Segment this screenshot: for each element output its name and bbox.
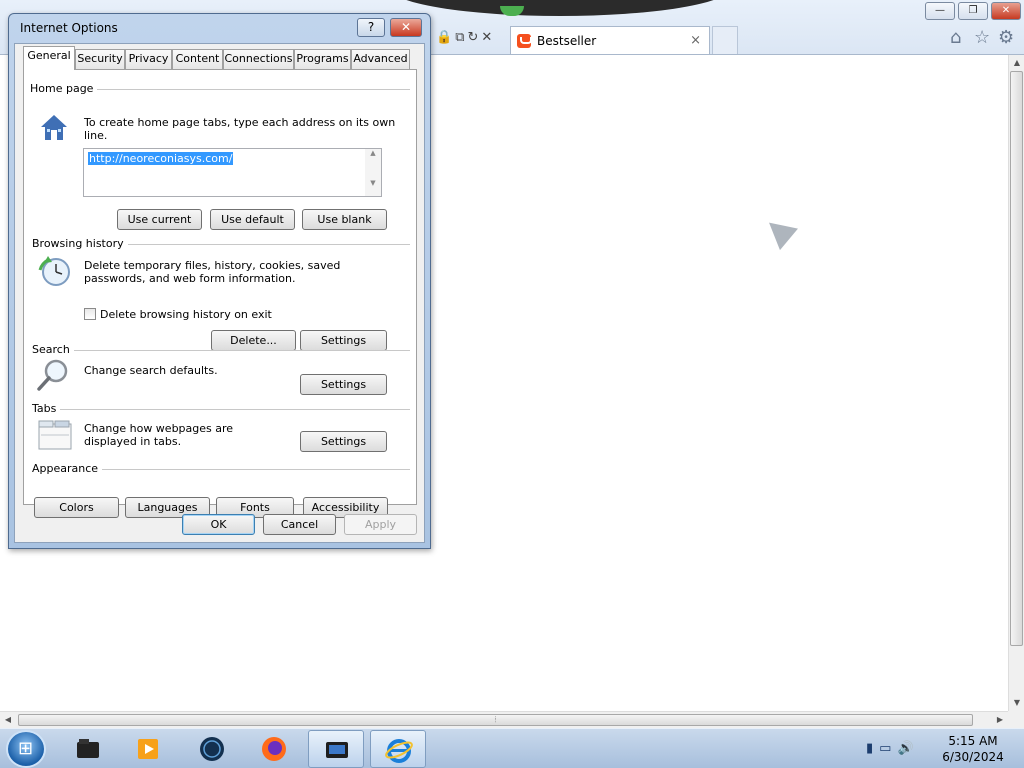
taskbar-clock[interactable]: 5:15 AM 6/30/2024 [930, 733, 1016, 765]
browser-tab-title: Bestseller [537, 33, 597, 48]
taskbar-item-media-player[interactable] [120, 730, 176, 768]
compat-view-icon[interactable]: ⧉ [455, 30, 467, 45]
tab-privacy[interactable]: Privacy [125, 49, 172, 69]
tray-app-icon[interactable]: ▮ [866, 741, 879, 756]
refresh-icon[interactable]: ↻ [467, 30, 481, 45]
cancel-button[interactable]: Cancel [263, 514, 336, 535]
system-tray: ▮▭🔊 [866, 741, 920, 756]
new-tab-button[interactable] [712, 26, 738, 54]
internet-options-dialog: Internet Options ? ✕ General Security Pr… [8, 13, 431, 549]
tabs-description: Change how webpages are displayed in tab… [84, 422, 234, 448]
search-description: Change search defaults. [84, 364, 218, 377]
clock-date: 6/30/2024 [942, 750, 1004, 764]
home-page-url: http://neoreconiasys.com/ [88, 152, 234, 165]
app-window-icon [326, 742, 348, 758]
colors-button[interactable]: Colors [34, 497, 119, 518]
vertical-scroll-thumb[interactable] [1010, 71, 1023, 646]
tabs-settings-button[interactable]: Settings [300, 431, 387, 452]
appearance-label: Appearance [32, 462, 103, 475]
folder-icon [77, 739, 99, 758]
browsing-history-description: Delete temporary files, history, cookies… [84, 259, 341, 285]
scroll-down-arrow-icon[interactable]: ▼ [1009, 695, 1024, 711]
star-icon[interactable]: ☆ [974, 27, 990, 48]
taskbar-item-globe[interactable] [184, 730, 240, 768]
firefox-icon [262, 737, 286, 761]
magnifier-icon [37, 359, 68, 391]
search-divider [32, 350, 410, 351]
search-settings-button[interactable]: Settings [300, 374, 387, 395]
scroll-down-arrow-icon[interactable]: ▼ [365, 179, 381, 187]
browser-restore-button[interactable]: ❐ [958, 2, 988, 20]
horizontal-scrollbar[interactable]: ◀ ⦙ ▶ [0, 711, 1008, 728]
media-player-icon [138, 739, 158, 759]
use-blank-button[interactable]: Use blank [302, 209, 387, 230]
dialog-close-button[interactable]: ✕ [390, 18, 422, 37]
address-bar-icons: 🔒⧉↻✕ [436, 30, 495, 45]
tabs-divider [32, 409, 410, 410]
gear-icon[interactable]: ⚙ [998, 27, 1014, 48]
delete-history-button[interactable]: Delete... [211, 330, 296, 351]
general-tab-panel: Home page To create home page tabs, type… [23, 69, 417, 518]
browser-close-button[interactable]: ✕ [991, 2, 1021, 20]
history-settings-button[interactable]: Settings [300, 330, 387, 351]
use-current-button[interactable]: Use current [117, 209, 202, 230]
bestseller-favicon-icon [517, 33, 532, 48]
use-default-button[interactable]: Use default [210, 209, 295, 230]
volume-icon[interactable]: 🔊 [897, 741, 919, 756]
dialog-title: Internet Options [20, 21, 118, 35]
delete-history-on-exit-label: Delete browsing history on exit [100, 308, 272, 321]
taskbar-item-window[interactable] [308, 730, 364, 768]
tab-programs[interactable]: Programs [294, 49, 351, 69]
tabs-label: Tabs [32, 402, 61, 415]
horizontal-scroll-thumb[interactable]: ⦙ [18, 714, 973, 726]
help-button[interactable]: ? [357, 18, 385, 37]
tab-general[interactable]: General [23, 46, 75, 70]
vertical-scrollbar[interactable]: ▲ ▼ [1008, 55, 1024, 711]
tab-security[interactable]: Security [75, 49, 125, 69]
home-page-scrollbar[interactable]: ▲ ▼ [365, 149, 381, 196]
search-label: Search [32, 343, 74, 356]
lock-icon[interactable]: 🔒 [436, 30, 455, 45]
browser-tab-bestseller[interactable]: Bestseller × [510, 26, 710, 54]
dialog-body: General Security Privacy Content Connect… [14, 43, 425, 543]
browsing-history-label: Browsing history [32, 237, 128, 250]
apply-button[interactable]: Apply [344, 514, 417, 535]
tab-close-icon[interactable]: × [690, 33, 701, 48]
tab-connections[interactable]: Connections [223, 49, 294, 69]
taskbar-item-internet-explorer[interactable] [370, 730, 426, 768]
scroll-up-arrow-icon[interactable]: ▲ [1009, 55, 1024, 71]
tab-advanced[interactable]: Advanced [351, 49, 410, 69]
start-button[interactable] [6, 730, 46, 768]
ok-button[interactable]: OK [182, 514, 255, 535]
stop-icon[interactable]: ✕ [481, 30, 495, 45]
taskbar: ▮▭🔊 5:15 AM 6/30/2024 [0, 728, 1024, 768]
scrollbar-corner [1008, 711, 1024, 728]
taskbar-item-explorer[interactable] [60, 730, 116, 768]
globe-icon [200, 737, 224, 761]
tab-content[interactable]: Content [172, 49, 223, 69]
history-clock-icon [38, 256, 70, 286]
home-icon[interactable]: ⌂ [950, 27, 961, 48]
clock-time: 5:15 AM [948, 734, 998, 748]
house-icon [41, 115, 67, 140]
delete-history-on-exit-checkbox[interactable] [84, 308, 96, 320]
scroll-right-arrow-icon[interactable]: ▶ [992, 712, 1008, 728]
network-icon[interactable]: ▭ [879, 741, 897, 756]
home-page-label: Home page [30, 82, 98, 95]
taskbar-item-firefox[interactable] [246, 730, 302, 768]
home-page-description: To create home page tabs, type each addr… [84, 116, 396, 142]
tabs-window-icon [38, 420, 72, 450]
internet-explorer-icon [385, 739, 413, 763]
home-page-textarea[interactable]: http://neoreconiasys.com/ ▲ ▼ [83, 148, 382, 197]
browser-minimize-button[interactable]: — [925, 2, 955, 20]
scroll-up-arrow-icon[interactable]: ▲ [365, 149, 381, 157]
scroll-left-arrow-icon[interactable]: ◀ [0, 712, 16, 728]
mouse-cursor-icon [760, 211, 798, 251]
